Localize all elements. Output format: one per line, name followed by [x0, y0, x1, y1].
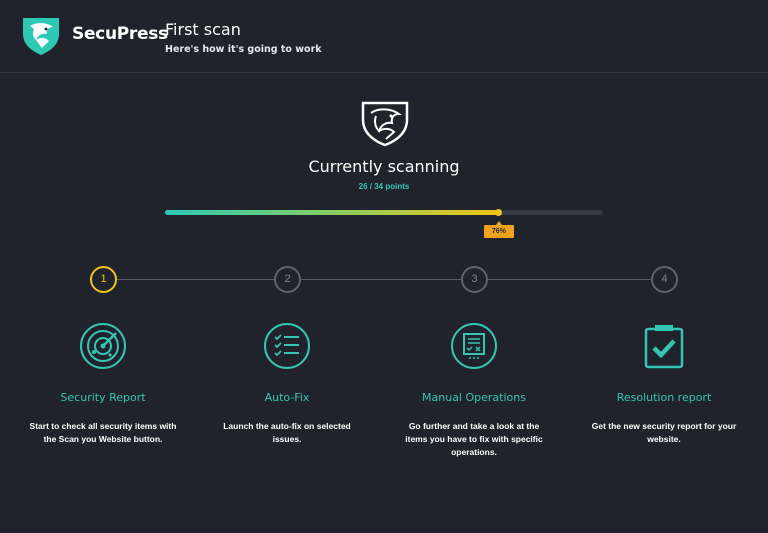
page-header: SecuPress First scan Here's how it's goi…: [0, 0, 768, 73]
brand-name: SecuPress: [72, 24, 168, 44]
scan-status-title: Currently scanning: [308, 157, 460, 176]
steps-connector: [103, 279, 664, 280]
scan-points: 26 / 34 points: [358, 182, 410, 191]
scan-progress-knob: [494, 209, 502, 216]
clipboard-check-icon: [644, 325, 684, 369]
eagle-shield-icon: [23, 18, 59, 55]
step-2-description: Launch the auto-fix on selected issues.: [223, 421, 351, 444]
step-4-number: 4: [651, 266, 678, 293]
page-subtitle: Here's how it's going to work: [165, 44, 322, 55]
checklist-icon: [264, 323, 310, 369]
step-3-label: Manual Operations: [422, 391, 526, 404]
manual-fix-icon: [451, 323, 497, 369]
step-4-description: Get the new security report for your web…: [591, 421, 737, 444]
header-text: First scan Here's how it's going to work: [165, 20, 322, 55]
step-3-description: Go further and take a look at the items …: [405, 421, 543, 457]
radar-icon: [80, 323, 126, 369]
step-2-number: 2: [274, 266, 301, 293]
step-1-number: 1: [90, 266, 117, 293]
step-1-description: Start to check all security items with t…: [29, 421, 177, 444]
scan-progress-fill: [165, 210, 498, 215]
step-2-label: Auto-Fix: [264, 391, 310, 404]
step-3-number: 3: [461, 266, 488, 293]
eagle-shield-outline-icon: [361, 101, 409, 147]
page-title: First scan: [165, 20, 241, 39]
step-4-label: Resolution report: [616, 391, 712, 404]
scan-progress-bar: [165, 209, 603, 216]
progress-percent-badge: 76%: [483, 221, 514, 238]
step-1-label: Security Report: [60, 391, 146, 404]
